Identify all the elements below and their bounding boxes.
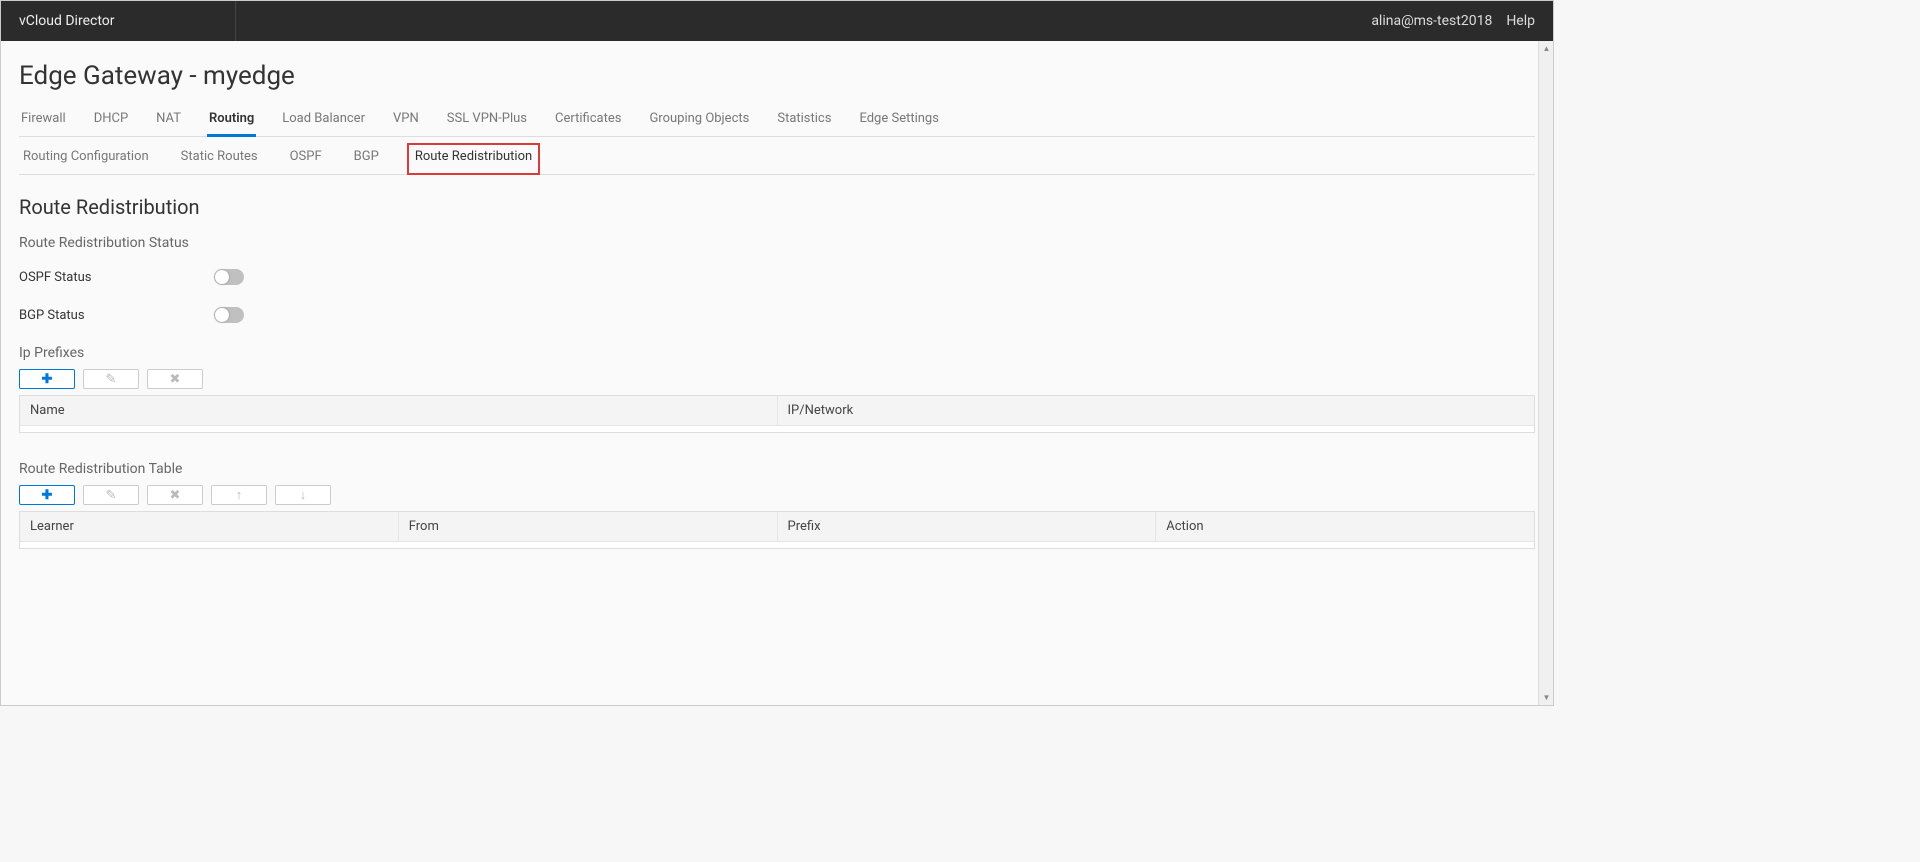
ospf-status-row: OSPF Status [19, 269, 1535, 285]
ospf-status-label: OSPF Status [19, 270, 214, 285]
route-table-grid: Learner From Prefix Action [19, 511, 1535, 549]
content: Edge Gateway - myedge Firewall DHCP NAT … [1, 41, 1553, 549]
tab-vpn[interactable]: VPN [391, 105, 421, 136]
bgp-status-label: BGP Status [19, 308, 214, 323]
column-ip-network[interactable]: IP/Network [778, 396, 1535, 425]
arrow-up-icon: ↑ [236, 487, 243, 503]
subtab-bgp[interactable]: BGP [350, 143, 383, 174]
tab-grouping-objects[interactable]: Grouping Objects [647, 105, 751, 136]
column-name[interactable]: Name [20, 396, 778, 425]
route-edit-button[interactable]: ✎ [83, 485, 139, 505]
bgp-status-toggle[interactable] [214, 307, 244, 323]
delete-icon: ✖ [170, 488, 181, 503]
plus-icon: ✚ [42, 488, 53, 503]
route-table-toolbar: ✚ ✎ ✖ ↑ ↓ [19, 485, 1535, 505]
route-delete-button[interactable]: ✖ [147, 485, 203, 505]
ip-prefix-edit-button[interactable]: ✎ [83, 369, 139, 389]
ip-prefixes-toolbar: ✚ ✎ ✖ [19, 369, 1535, 389]
section-title-route-redistribution: Route Redistribution [19, 195, 1535, 219]
topbar: vCloud Director alina@ms-test2018 Help [1, 1, 1553, 41]
routing-subtabs: Routing Configuration Static Routes OSPF… [19, 137, 1535, 175]
tab-statistics[interactable]: Statistics [775, 105, 833, 136]
scroll-down-arrow-icon[interactable]: ▼ [1539, 690, 1553, 705]
tab-ssl-vpn-plus[interactable]: SSL VPN-Plus [445, 105, 529, 136]
subtab-routing-configuration[interactable]: Routing Configuration [19, 143, 153, 174]
ospf-status-toggle[interactable] [214, 269, 244, 285]
scroll-up-arrow-icon[interactable]: ▲ [1539, 41, 1553, 56]
primary-tabs: Firewall DHCP NAT Routing Load Balancer … [19, 105, 1535, 137]
toggle-knob [215, 308, 229, 322]
column-from[interactable]: From [399, 512, 778, 541]
edit-icon: ✎ [106, 372, 117, 387]
grid-body [20, 426, 1534, 432]
grid-body [20, 542, 1534, 548]
column-learner[interactable]: Learner [20, 512, 399, 541]
tab-certificates[interactable]: Certificates [553, 105, 623, 136]
app-window: vCloud Director alina@ms-test2018 Help E… [0, 0, 1554, 706]
column-action[interactable]: Action [1156, 512, 1534, 541]
ip-prefixes-grid: Name IP/Network [19, 395, 1535, 433]
topbar-right: alina@ms-test2018 Help [1371, 13, 1535, 29]
tab-firewall[interactable]: Firewall [19, 105, 68, 136]
app-title: vCloud Director [19, 1, 236, 41]
page-title: Edge Gateway - myedge [19, 61, 1535, 91]
status-subsection-title: Route Redistribution Status [19, 235, 1535, 251]
column-prefix[interactable]: Prefix [778, 512, 1157, 541]
toggle-knob [215, 270, 229, 284]
subtab-static-routes[interactable]: Static Routes [177, 143, 262, 174]
subtab-ospf[interactable]: OSPF [286, 143, 326, 174]
vertical-scrollbar[interactable]: ▲ ▼ [1538, 41, 1553, 705]
bgp-status-row: BGP Status [19, 307, 1535, 323]
ip-prefixes-title: Ip Prefixes [19, 345, 1535, 361]
tab-routing[interactable]: Routing [207, 105, 256, 136]
edit-icon: ✎ [106, 488, 117, 503]
tab-load-balancer[interactable]: Load Balancer [280, 105, 367, 136]
route-move-down-button[interactable]: ↓ [275, 485, 331, 505]
ip-prefix-delete-button[interactable]: ✖ [147, 369, 203, 389]
delete-icon: ✖ [170, 372, 181, 387]
content-scroll: Edge Gateway - myedge Firewall DHCP NAT … [1, 41, 1553, 705]
arrow-down-icon: ↓ [300, 487, 307, 503]
tab-nat[interactable]: NAT [154, 105, 183, 136]
plus-icon: ✚ [42, 372, 53, 387]
tab-dhcp[interactable]: DHCP [92, 105, 130, 136]
route-add-button[interactable]: ✚ [19, 485, 75, 505]
route-move-up-button[interactable]: ↑ [211, 485, 267, 505]
subtab-route-redistribution[interactable]: Route Redistribution [407, 143, 540, 175]
user-label[interactable]: alina@ms-test2018 [1371, 13, 1492, 29]
help-link[interactable]: Help [1506, 13, 1535, 29]
grid-header: Learner From Prefix Action [20, 512, 1534, 542]
tab-edge-settings[interactable]: Edge Settings [857, 105, 941, 136]
ip-prefix-add-button[interactable]: ✚ [19, 369, 75, 389]
route-table-title: Route Redistribution Table [19, 461, 1535, 477]
grid-header: Name IP/Network [20, 396, 1534, 426]
